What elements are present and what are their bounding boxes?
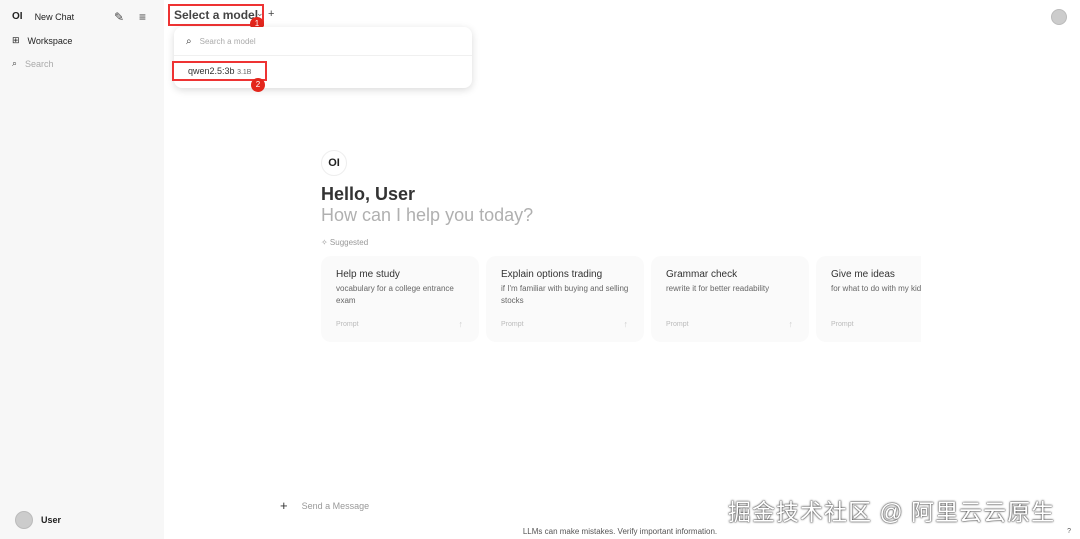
arrow-up-icon: ↑: [458, 319, 464, 329]
user-menu[interactable]: User: [15, 511, 61, 529]
plus-icon[interactable]: +: [280, 498, 288, 513]
model-dropdown: ⌕ Search a model qwen2.5:3b 3.1B: [172, 27, 472, 88]
suggestion-card[interactable]: Help me study vocabulary for a college en…: [321, 256, 479, 342]
card-title: Explain options trading: [501, 269, 603, 280]
sidebar-item-workspace[interactable]: ⊞ Workspace: [12, 35, 72, 46]
card-prompt: Prompt: [501, 321, 524, 328]
card-desc: for what to do with my kids' art: [831, 284, 921, 293]
greeting: Hello, User: [321, 184, 416, 204]
edit-icon[interactable]: ✎: [114, 10, 124, 24]
card-desc: vocabulary for a college entrance exam: [336, 284, 454, 305]
user-name: User: [41, 515, 62, 525]
card-title: Grammar check: [666, 269, 738, 280]
model-size: 3.1B: [237, 69, 252, 76]
card-prompt: Prompt: [831, 321, 854, 328]
add-model-icon[interactable]: +: [268, 8, 274, 20]
message-input[interactable]: + Send a Message: [280, 498, 369, 513]
profile-avatar[interactable]: [1051, 9, 1067, 25]
disclaimer: LLMs can make mistakes. Verify important…: [522, 527, 718, 536]
arrow-up-icon: ↑: [788, 319, 794, 329]
card-title: Help me study: [336, 269, 400, 280]
welcome: OI Hello, User How can I help you today?…: [321, 150, 533, 247]
search-icon: ⌕: [12, 58, 18, 68]
watermark: 掘金技术社区 @ 阿里云云原生: [728, 499, 1056, 525]
workspace-label: Workspace: [27, 35, 73, 46]
search-icon: ⌕: [186, 36, 192, 47]
suggestion-card[interactable]: Explain options trading if I'm familiar w…: [486, 256, 644, 342]
suggested-label: ✧ Suggested: [321, 238, 369, 247]
workspace-icon: ⊞: [12, 35, 20, 45]
model-search-input[interactable]: Search a model: [200, 37, 256, 46]
card-desc: if I'm familiar with buying and selling …: [501, 284, 629, 305]
menu-icon[interactable]: ≡: [139, 10, 146, 24]
new-chat-label: New Chat: [34, 11, 75, 22]
model-name: qwen2.5:3b: [188, 66, 235, 76]
avatar: [15, 511, 33, 529]
card-title: Give me ideas: [831, 269, 895, 280]
card-prompt: Prompt: [666, 321, 689, 328]
subtitle: How can I help you today?: [321, 205, 534, 225]
suggestion-cards: Help me study vocabulary for a college en…: [321, 256, 921, 344]
card-prompt: Prompt: [336, 321, 359, 328]
sidebar-search[interactable]: ⌕ Search: [12, 58, 54, 69]
card-desc: rewrite it for better readability: [666, 284, 770, 293]
logo-icon: OI: [321, 150, 347, 176]
suggestion-card[interactable]: Grammar check rewrite it for better reada…: [651, 256, 809, 342]
logo-icon: OI: [12, 11, 23, 22]
suggestion-card[interactable]: Give me ideas for what to do with my kids…: [816, 256, 921, 342]
search-label: Search: [25, 58, 54, 69]
model-option[interactable]: qwen2.5:3b 3.1B: [172, 61, 268, 81]
sidebar: OI New Chat ✎ ≡ ⊞ Workspace ⌕ Search Use…: [0, 0, 164, 539]
message-placeholder: Send a Message: [301, 500, 370, 511]
help-button[interactable]: ?: [1067, 528, 1071, 535]
new-chat-link[interactable]: OI New Chat: [12, 11, 74, 22]
arrow-up-icon: ↑: [623, 319, 629, 329]
dropdown-divider: [174, 55, 472, 56]
annotation-badge-2: 2: [251, 78, 265, 92]
model-select-label: Select a model: [174, 8, 259, 22]
